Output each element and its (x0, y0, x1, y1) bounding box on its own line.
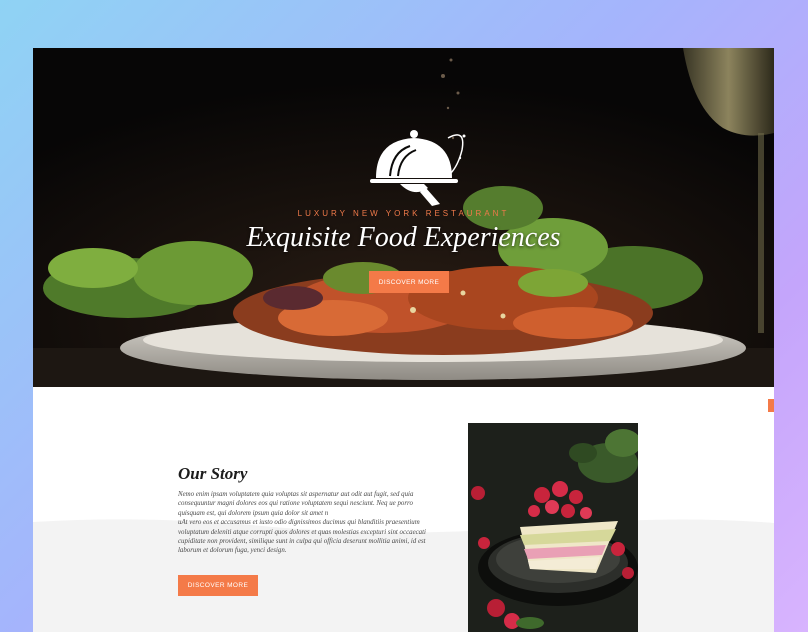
story-discover-more-button[interactable]: DISCOVER MORE (178, 575, 258, 596)
hero-section: LUXURY NEW YORK RESTAURANT Exquisite Foo… (33, 48, 774, 387)
side-tab-toggle[interactable] (768, 399, 774, 412)
story-paragraph-1: Nemo enim ipsam voluptatem quia voluptas… (178, 491, 414, 517)
story-title: Our Story (178, 464, 248, 483)
hero-discover-more-button[interactable]: DISCOVER MORE (369, 271, 449, 293)
hero-eyebrow: LUXURY NEW YORK RESTAURANT (297, 209, 510, 218)
story-paragraph-2: uAt vero eos et accusamus et iusto odio … (178, 519, 426, 555)
cloche-logo-icon (370, 130, 466, 206)
hero-title: Exquisite Food Experiences (246, 222, 561, 253)
story-text: Nemo enim ipsam voluptatem quia voluptas… (178, 490, 440, 556)
website-frame: LUXURY NEW YORK RESTAURANT Exquisite Foo… (33, 48, 774, 632)
cake-photo (468, 423, 638, 632)
cake-illustration (468, 423, 638, 632)
